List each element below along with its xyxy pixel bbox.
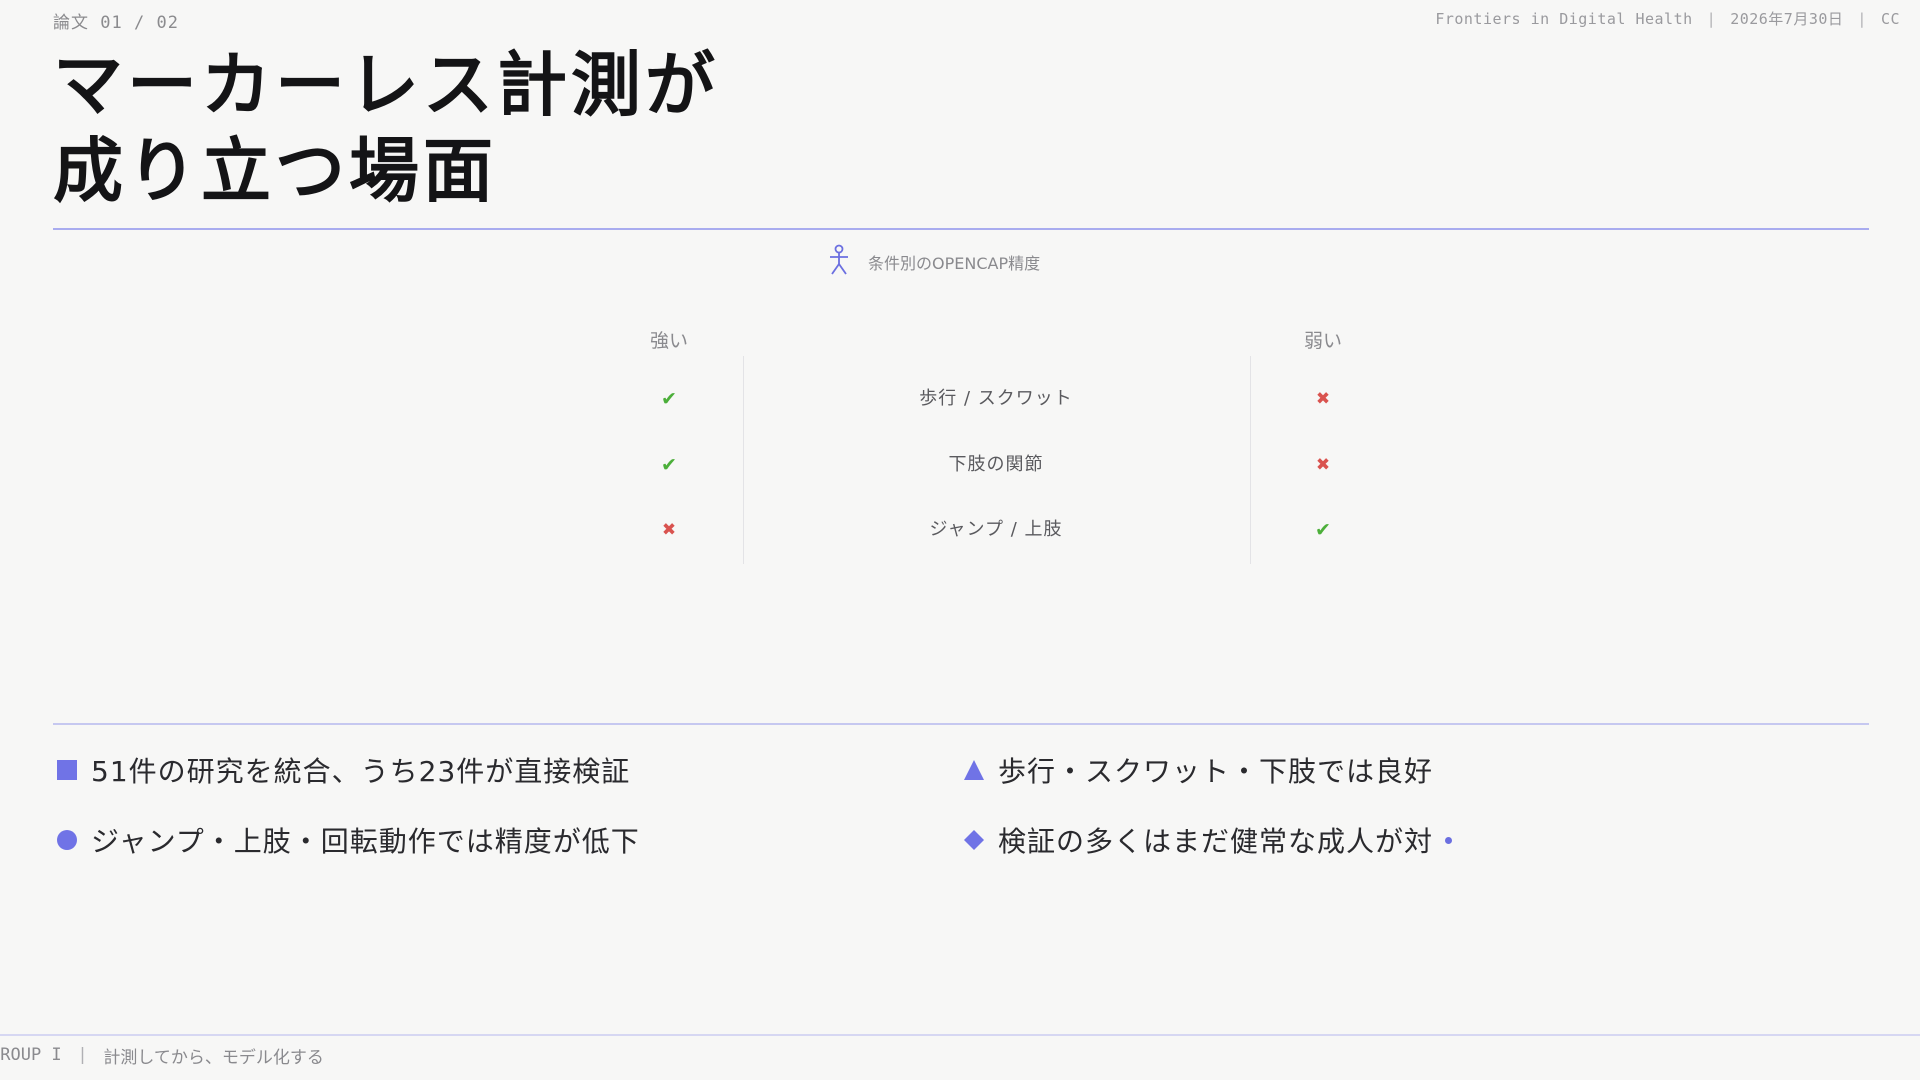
- circle-bullet-icon: [53, 829, 81, 851]
- chart-caption: 条件別のOPENCAP精度: [828, 244, 1041, 280]
- page-label: 論文: [53, 13, 89, 33]
- triangle-bullet-icon: [960, 759, 988, 781]
- bullet-item: 検証の多くはまだ健常な成人が対: [960, 820, 1453, 860]
- title-line-2: 成り立つ場面: [53, 130, 497, 212]
- column-header-weak: 弱い: [1303, 330, 1342, 352]
- comparison-row: ✖ ジャンプ / 上肢 ✔: [0, 512, 1920, 548]
- bullet-item: 歩行・スクワット・下肢では良好: [960, 750, 1433, 790]
- bullet-text: 検証の多くはまだ健常な成人が対: [998, 825, 1434, 858]
- strong-check-icon: ✔: [661, 454, 677, 476]
- weak-cross-icon: ✖: [1315, 389, 1331, 409]
- license-label: CC: [1880, 10, 1900, 28]
- row-label: ジャンプ / 上肢: [929, 519, 1063, 540]
- page-counter: 論文 01 / 02: [53, 13, 179, 33]
- footer: GROUP I | 計測してから、モデル化する: [0, 1044, 324, 1068]
- bullet-item: 51件の研究を統合、うち23件が直接検証: [53, 750, 630, 790]
- row-label: 歩行 / スクワット: [919, 388, 1073, 409]
- cursor-dot-icon: [1445, 836, 1453, 844]
- journal-name: Frontiers in Digital Health: [1435, 10, 1693, 28]
- bullets-divider: [53, 723, 1869, 725]
- weak-check-icon: ✔: [1315, 519, 1331, 541]
- bullet-text: ジャンプ・上肢・回転動作では精度が低下: [91, 825, 640, 858]
- comparison-row: ✔ 下肢の関節 ✖: [0, 447, 1920, 483]
- title-divider: [53, 228, 1869, 230]
- stick-figure-icon: [828, 244, 850, 280]
- footer-tagline: 計測してから、モデル化する: [103, 1047, 324, 1068]
- chart-caption-text: 条件別のOPENCAP精度: [868, 254, 1041, 273]
- page-total: 02: [156, 13, 179, 33]
- square-bullet-icon: [53, 759, 81, 781]
- weak-cross-icon: ✖: [1315, 455, 1331, 475]
- strong-check-icon: ✔: [661, 388, 677, 410]
- bullet-text: 歩行・スクワット・下肢では良好: [998, 755, 1434, 788]
- row-label: 下肢の関節: [948, 454, 1044, 475]
- comparison-row: ✔ 歩行 / スクワット ✖: [0, 381, 1920, 417]
- bullet-text: 51件の研究を統合、うち23件が直接検証: [91, 755, 631, 788]
- footer-divider: [0, 1034, 1920, 1036]
- bullet-item: ジャンプ・上肢・回転動作では精度が低下: [53, 820, 640, 860]
- page-current: 01: [100, 13, 123, 33]
- publish-date: 2026年7月30日: [1730, 10, 1844, 28]
- strong-cross-icon: ✖: [661, 520, 677, 540]
- column-header-strong: 強い: [649, 330, 688, 352]
- page-title: マーカーレス計測が 成り立つ場面: [53, 42, 719, 214]
- footer-group: GROUP I: [0, 1045, 62, 1065]
- header-meta: Frontiers in Digital Health | 2026年7月30日 | C…: [1435, 10, 1900, 28]
- title-line-1: マーカーレス計測が: [53, 44, 719, 126]
- diamond-bullet-icon: [960, 829, 988, 851]
